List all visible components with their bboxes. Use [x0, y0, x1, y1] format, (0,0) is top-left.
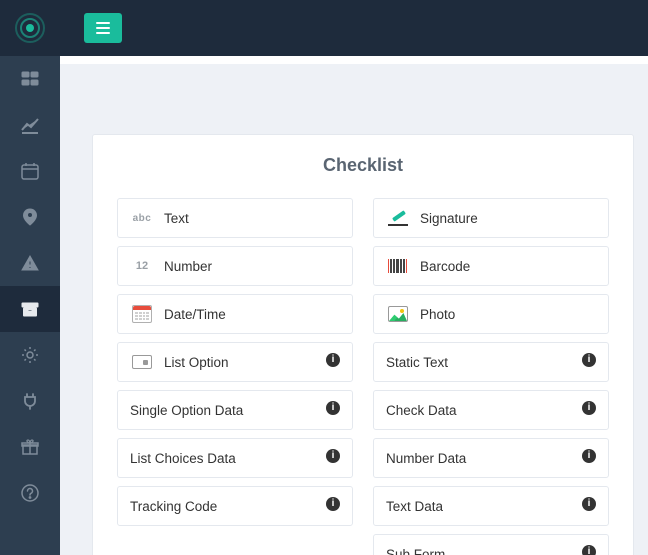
field-label: Photo [420, 307, 596, 322]
field-option-static-text[interactable]: Static Text i [373, 342, 609, 382]
sidebar-item-rewards[interactable] [0, 424, 60, 470]
gear-icon [21, 346, 39, 364]
field-option-number-data[interactable]: Number Data i [373, 438, 609, 478]
field-label: Sub Form [386, 547, 596, 555]
app-logo [14, 12, 46, 44]
sidebar [0, 56, 60, 555]
sidebar-item-calendar[interactable] [0, 148, 60, 194]
field-label: Single Option Data [130, 403, 340, 418]
field-label: Check Data [386, 403, 596, 418]
photo-icon [386, 302, 410, 326]
field-option-datetime[interactable]: Date/Time [117, 294, 353, 334]
field-option-signature[interactable]: Signature [373, 198, 609, 238]
archive-icon [21, 300, 39, 318]
info-icon[interactable]: i [582, 401, 596, 415]
info-icon[interactable]: i [326, 449, 340, 463]
calendar-icon [21, 162, 39, 180]
field-label: Number [164, 259, 340, 274]
signature-icon [386, 206, 410, 230]
sidebar-item-analytics[interactable] [0, 102, 60, 148]
info-icon[interactable]: i [326, 401, 340, 415]
pin-icon [21, 208, 39, 226]
chart-line-icon [21, 116, 39, 134]
grid-icon [21, 70, 39, 88]
field-option-text[interactable]: abc Text [117, 198, 353, 238]
hamburger-icon [96, 22, 110, 34]
warning-icon [21, 254, 39, 272]
calendar-icon [130, 302, 154, 326]
info-icon[interactable]: i [582, 449, 596, 463]
field-label: List Choices Data [130, 451, 340, 466]
sidebar-item-dashboard[interactable] [0, 56, 60, 102]
menu-toggle-button[interactable] [84, 13, 122, 43]
number-icon: 12 [130, 254, 154, 278]
sidebar-item-archive[interactable] [0, 286, 60, 332]
main-content: Checklist abc Text 12 Number Date/Time [60, 56, 648, 555]
field-label: Signature [420, 211, 596, 226]
info-icon[interactable]: i [326, 353, 340, 367]
field-option-photo[interactable]: Photo [373, 294, 609, 334]
sidebar-item-location[interactable] [0, 194, 60, 240]
help-icon [21, 484, 39, 502]
gift-icon [21, 438, 39, 456]
top-bar [0, 0, 648, 56]
field-label: Barcode [420, 259, 596, 274]
field-label: Text [164, 211, 340, 226]
text-icon: abc [130, 206, 154, 230]
field-option-tracking-code[interactable]: Tracking Code i [117, 486, 353, 526]
checklist-panel: Checklist abc Text 12 Number Date/Time [92, 134, 634, 555]
field-label: Text Data [386, 499, 596, 514]
field-option-text-data[interactable]: Text Data i [373, 486, 609, 526]
checklist-column-left: abc Text 12 Number Date/Time List Option… [117, 198, 353, 555]
field-option-sub-form[interactable]: Sub Form i [373, 534, 609, 555]
info-icon[interactable]: i [326, 497, 340, 511]
field-option-check-data[interactable]: Check Data i [373, 390, 609, 430]
field-label: Static Text [386, 355, 596, 370]
info-icon[interactable]: i [582, 497, 596, 511]
field-label: Number Data [386, 451, 596, 466]
content-top-strip [60, 56, 648, 64]
field-label: Date/Time [164, 307, 340, 322]
field-option-single-option-data[interactable]: Single Option Data i [117, 390, 353, 430]
field-option-number[interactable]: 12 Number [117, 246, 353, 286]
checklist-column-right: Signature Barcode Photo Static Text i Ch… [373, 198, 609, 555]
plug-icon [21, 392, 39, 410]
field-label: List Option [164, 355, 340, 370]
panel-title: Checklist [117, 155, 609, 176]
sidebar-item-integrations[interactable] [0, 378, 60, 424]
sidebar-item-settings[interactable] [0, 332, 60, 378]
list-icon [130, 350, 154, 374]
field-option-list-choices-data[interactable]: List Choices Data i [117, 438, 353, 478]
barcode-icon [386, 254, 410, 278]
field-option-list-option[interactable]: List Option i [117, 342, 353, 382]
field-option-barcode[interactable]: Barcode [373, 246, 609, 286]
sidebar-item-help[interactable] [0, 470, 60, 516]
sidebar-item-alerts[interactable] [0, 240, 60, 286]
field-label: Tracking Code [130, 499, 340, 514]
info-icon[interactable]: i [582, 353, 596, 367]
info-icon[interactable]: i [582, 545, 596, 555]
